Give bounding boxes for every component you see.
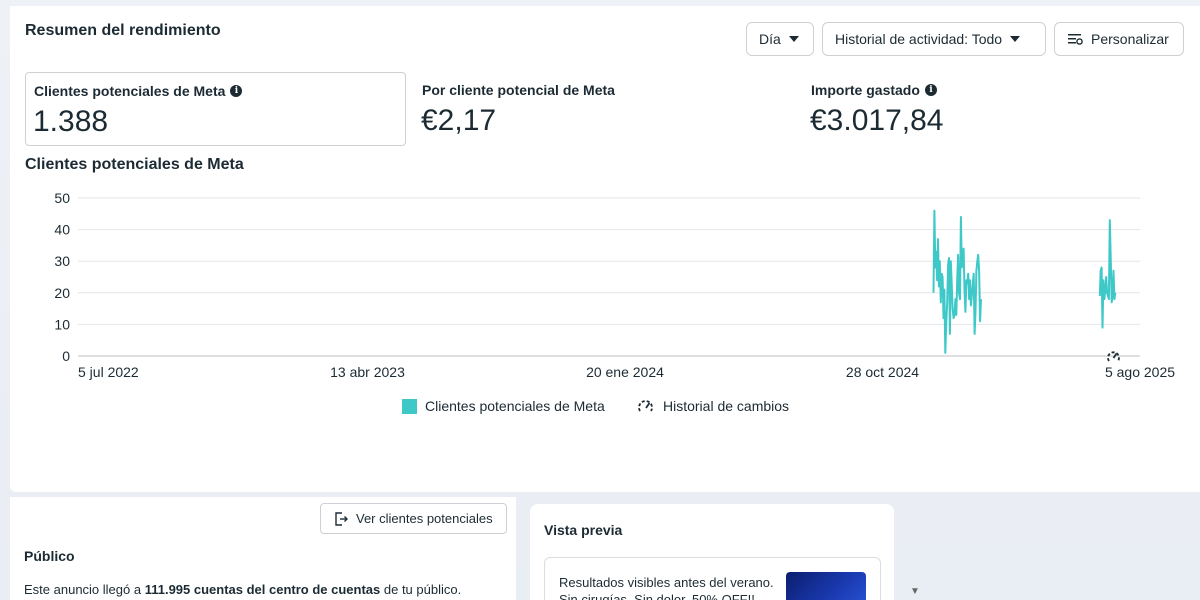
x-tick-label: 13 abr 2023 — [330, 364, 405, 380]
y-tick-label: 50 — [54, 190, 70, 206]
legend-series-label: Clientes potenciales de Meta — [425, 398, 605, 414]
legend-series[interactable]: Clientes potenciales de Meta — [402, 398, 605, 414]
legend-swatch — [402, 398, 417, 414]
leads-line-chart: 0 10 20 30 40 50 5 jul 2022 13 abr 2023 20 ene 2… — [54, 190, 1175, 380]
preview-line2: Sin cirugías. Sin dolor. 50% OFF!! — [559, 592, 755, 600]
y-tick-label: 10 — [54, 316, 70, 332]
y-tick-label: 0 — [62, 348, 70, 364]
history-marker-icon[interactable] — [1107, 351, 1120, 362]
preview-title: Vista previa — [544, 522, 623, 538]
x-tick-label: 28 oct 2024 — [846, 364, 919, 380]
audience-text-prefix: Este anuncio llegó a — [24, 582, 145, 597]
preview-line1: Resultados visibles antes del verano. — [559, 575, 774, 590]
series-line — [932, 209, 982, 354]
y-tick-label: 40 — [54, 222, 70, 238]
preview-image — [786, 572, 866, 600]
preview-text: Resultados visibles antes del verano. Si… — [559, 574, 774, 600]
audience-title: Público — [24, 548, 75, 564]
ad-preview-card[interactable]: Resultados visibles antes del verano. Si… — [544, 557, 881, 600]
y-tick-label: 30 — [54, 253, 70, 269]
x-tick-label: 5 jul 2022 — [78, 364, 139, 380]
view-leads-button[interactable]: Ver clientes potenciales — [320, 503, 507, 534]
audience-reach-text: Este anuncio llegó a 111.995 cuentas del… — [24, 582, 461, 597]
history-icon — [638, 400, 653, 412]
audience-text-suffix: de tu público. — [380, 582, 462, 597]
legend-history-label: Historial de cambios — [663, 398, 790, 414]
y-tick-label: 20 — [54, 285, 70, 301]
export-icon — [335, 511, 348, 526]
audience-text-bold: 111.995 cuentas del centro de cuentas — [144, 582, 381, 597]
view-leads-label: Ver clientes potenciales — [356, 511, 493, 526]
legend-history[interactable]: Historial de cambios — [637, 398, 789, 414]
x-tick-label: 5 ago 2025 — [1105, 364, 1175, 380]
scroll-down-icon[interactable]: ▼ — [910, 586, 920, 597]
series-line — [1098, 219, 1117, 329]
x-tick-label: 20 ene 2024 — [586, 364, 664, 380]
